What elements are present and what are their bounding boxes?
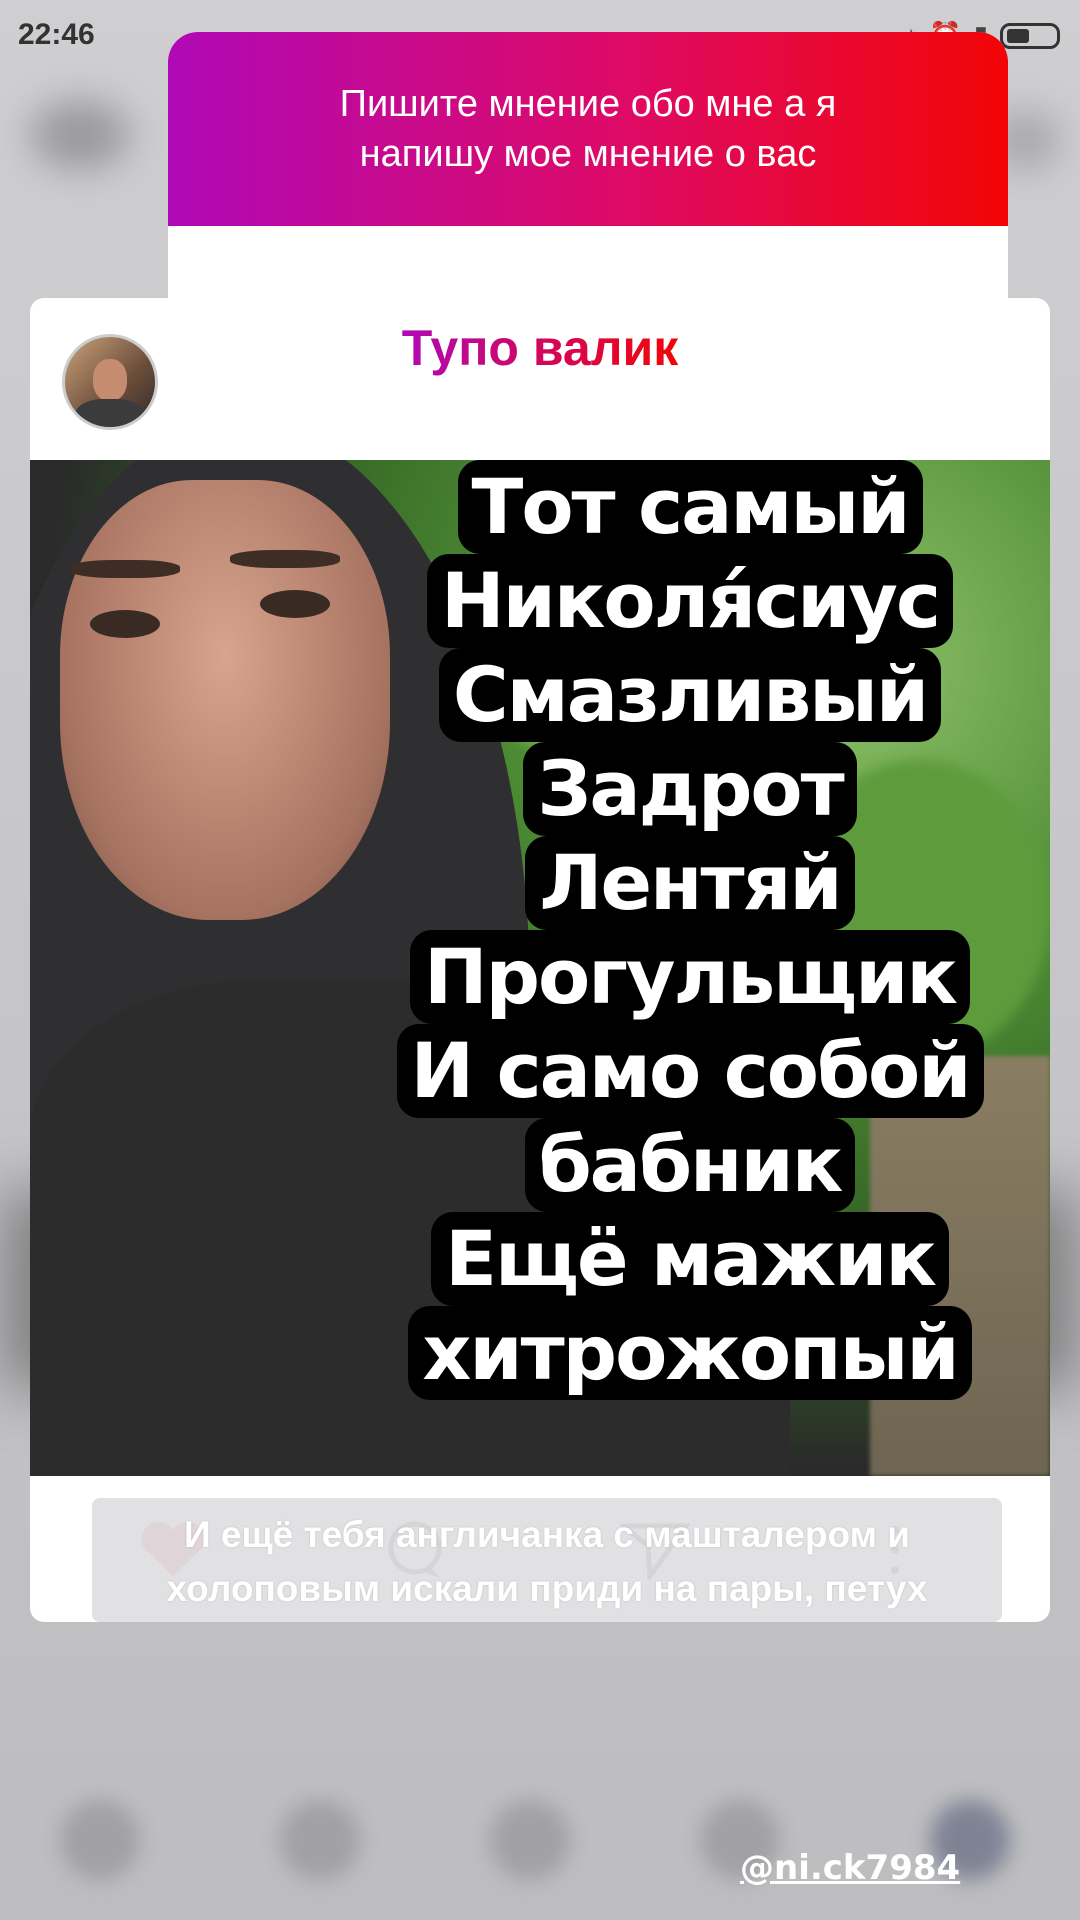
face [60, 480, 390, 920]
overlay-line: Лентяй [525, 836, 855, 930]
overlay-line: Прогульщик [409, 930, 971, 1024]
blurred-search-icon [280, 1800, 360, 1880]
question-header: Пишите мнение обо мне а я напишу мое мне… [168, 32, 1008, 226]
overlay-line: Николя́сиус [426, 554, 953, 648]
mention-sticker[interactable]: @ni.ck7984 [740, 1848, 960, 1888]
answer-card: Тупо валик Тот самый Николя́сиус Смазлив… [30, 298, 1050, 1622]
eye [260, 590, 330, 618]
answer-title-text: Тупо валик [401, 320, 679, 376]
eyebrow [230, 550, 340, 568]
overlay-line: Смазливый [438, 648, 942, 742]
question-text: Пишите мнение обо мне а я напишу мое мне… [339, 83, 837, 175]
battery-icon [1000, 22, 1060, 49]
blurred-add-icon [490, 1800, 570, 1880]
overlay-line: Ещё мажик [431, 1212, 949, 1306]
answer-title: Тупо валик [30, 318, 1050, 378]
overlay-text-block: Тот самый Николя́сиус Смазливый Задрот Л… [390, 460, 990, 1400]
reply-text-bar: И ещё тебя англичанка с машталером и хол… [92, 1498, 1002, 1622]
eye [90, 610, 160, 638]
question-sticker: Пишите мнение обо мне а я напишу мое мне… [168, 32, 1008, 302]
blurred-home-icon [60, 1800, 140, 1880]
status-time: 22:46 [18, 18, 95, 51]
avatar-shirt [75, 399, 145, 427]
overlay-line: И само собой [396, 1024, 984, 1118]
answer-photo: Тот самый Николя́сиус Смазливый Задрот Л… [30, 460, 1050, 1476]
blurred-back-icon [30, 100, 130, 170]
overlay-line: хитрожопый [408, 1306, 972, 1400]
overlay-line: бабник [524, 1118, 856, 1212]
overlay-line: Тот самый [457, 460, 923, 554]
reply-text: И ещё тебя англичанка с машталером и хол… [166, 1514, 928, 1609]
eyebrow [70, 560, 180, 578]
overlay-line: Задрот [523, 742, 857, 836]
